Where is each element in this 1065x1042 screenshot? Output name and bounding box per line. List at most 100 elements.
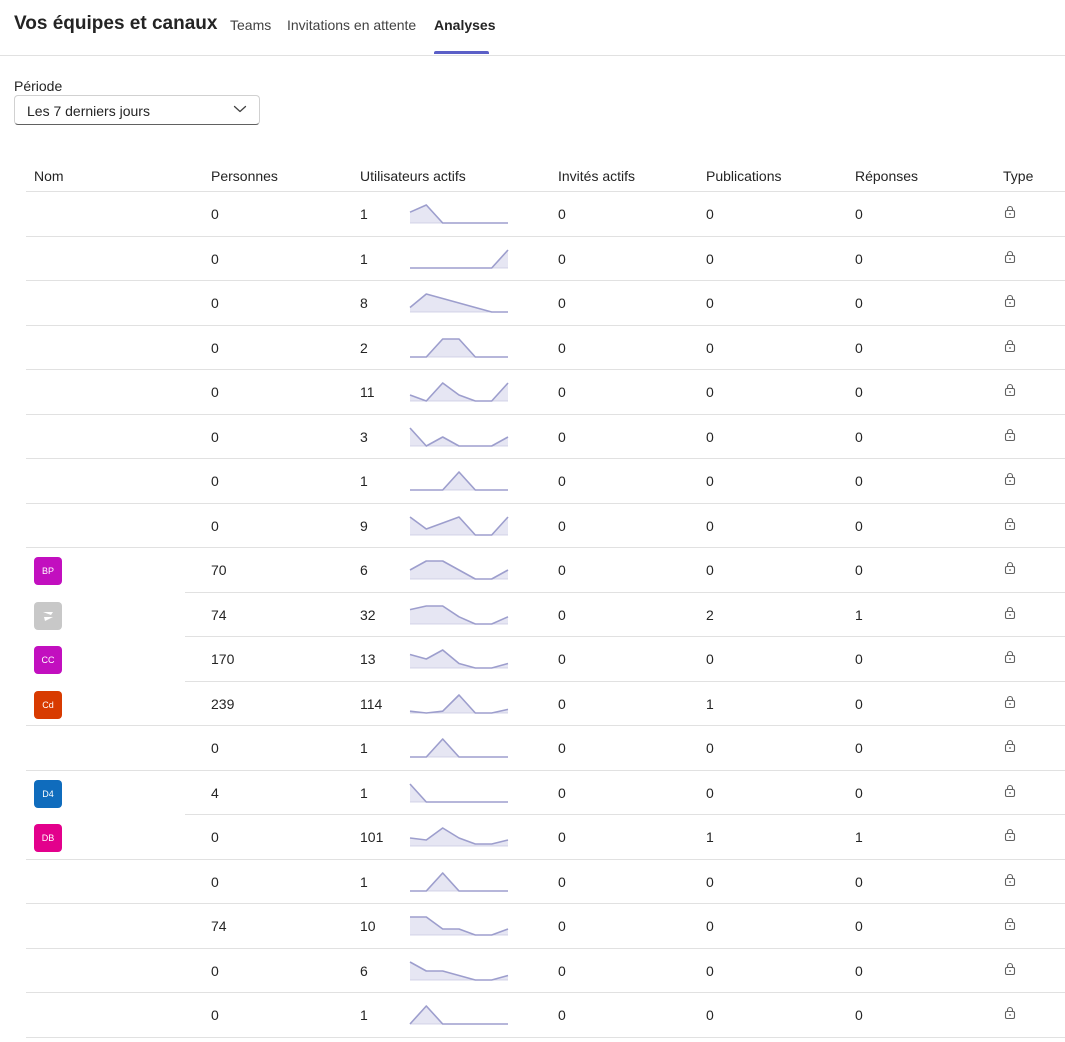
table-row[interactable]: 0 3 0 0 0 [0, 415, 1065, 459]
lock-icon [1004, 1006, 1016, 1020]
active-users-sparkline [410, 916, 509, 936]
team-image-icon [43, 611, 53, 621]
page-title: Vos équipes et canaux [14, 13, 218, 34]
posts-count: 2 [706, 606, 714, 623]
replies-count: 0 [855, 473, 863, 489]
lock-icon [1004, 873, 1016, 886]
lock-icon [1004, 784, 1016, 797]
posts-count: 0 [706, 295, 714, 311]
chevron-down-icon [233, 105, 247, 113]
table-row[interactable]: Cd 239 114 0 1 0 [0, 682, 1065, 726]
people-count: 0 [211, 962, 219, 979]
row-divider [26, 1036, 1065, 1038]
people-count: 0 [211, 873, 219, 890]
replies-count: 0 [855, 651, 863, 667]
active-users-count: 6 [360, 562, 368, 578]
lock-icon [1004, 561, 1016, 575]
table-row[interactable]: BP 70 6 0 0 0 [0, 548, 1065, 593]
active-users-sparkline [409, 960, 509, 981]
table-row[interactable]: 0 9 0 0 0 [0, 504, 1065, 548]
sparkline-line [410, 871, 508, 892]
tab-pending-invitations[interactable]: Invitations en attente [287, 17, 416, 33]
column-header-active-users[interactable]: Utilisateurs actifs [360, 168, 466, 184]
posts-count: 0 [706, 562, 714, 578]
posts-count: 0 [706, 873, 714, 890]
column-header-replies[interactable]: Réponses [855, 168, 918, 184]
team-avatar: DB [34, 824, 62, 852]
active-users-count: 13 [360, 651, 376, 667]
column-header-type[interactable]: Type [1003, 168, 1033, 184]
column-header-posts[interactable]: Publications [706, 168, 782, 184]
period-selected-value: Les 7 derniers jours [27, 103, 150, 119]
lock-icon [1004, 917, 1016, 931]
column-header-people[interactable]: Personnes [211, 168, 278, 184]
active-users-sparkline [409, 693, 509, 714]
lock-icon [1004, 250, 1016, 263]
posts-count: 0 [706, 428, 714, 445]
active-guests-count: 0 [558, 339, 566, 356]
active-tab-indicator [434, 51, 489, 54]
sparkline-area [410, 917, 508, 935]
lock-icon [1004, 517, 1016, 530]
active-users-count: 1 [360, 1007, 368, 1023]
active-guests-count: 0 [558, 740, 566, 756]
table-row[interactable]: 0 1 0 0 0 [0, 192, 1065, 237]
active-users-count: 3 [360, 428, 368, 445]
table-row[interactable]: 0 1 0 0 0 [0, 993, 1065, 1038]
active-guests-count: 0 [558, 250, 566, 267]
tab-teams[interactable]: Teams [230, 17, 271, 33]
active-guests-count: 0 [558, 517, 566, 534]
lock-icon [1004, 650, 1016, 664]
lock-icon [1004, 205, 1016, 219]
replies-count: 1 [855, 606, 863, 623]
table-row[interactable]: 0 1 0 0 0 [0, 237, 1065, 281]
table-row[interactable]: 0 1 0 0 0 [0, 459, 1065, 504]
people-count: 0 [211, 339, 219, 356]
people-count: 0 [211, 295, 219, 311]
table-row[interactable]: D4 4 1 0 0 0 [0, 771, 1065, 815]
tab-analytics[interactable]: Analyses [434, 17, 495, 33]
people-count: 70 [211, 562, 227, 578]
posts-count: 0 [706, 384, 714, 400]
posts-count: 1 [706, 829, 714, 845]
table-row[interactable]: 0 6 0 0 0 [0, 949, 1065, 993]
active-guests-count: 0 [558, 473, 566, 489]
table-row[interactable]: 0 1 0 0 0 [0, 860, 1065, 904]
table-row[interactable]: 0 8 0 0 0 [0, 281, 1065, 326]
active-guests-count: 0 [558, 695, 566, 712]
sparkline-area [410, 338, 508, 357]
posts-count: 0 [706, 962, 714, 979]
replies-count: 0 [855, 918, 863, 934]
posts-count: 0 [706, 740, 714, 756]
table-row[interactable]: CC 170 13 0 0 0 [0, 637, 1065, 682]
sparkline-area [410, 205, 508, 223]
lock-icon [1004, 739, 1016, 753]
active-users-sparkline [409, 382, 509, 402]
active-users-count: 114 [360, 695, 383, 712]
team-avatar: Cd [34, 690, 62, 719]
column-header-name[interactable]: Nom [34, 168, 64, 184]
active-guests-count: 0 [558, 384, 566, 400]
table-row[interactable]: 0 2 0 0 0 [0, 326, 1065, 370]
replies-count: 0 [855, 206, 863, 222]
column-header-active-guests[interactable]: Invités actifs [558, 168, 635, 184]
active-users-count: 1 [360, 873, 368, 890]
table-row[interactable]: 74 32 0 2 1 [0, 593, 1065, 637]
period-dropdown[interactable]: Les 7 derniers jours [14, 95, 260, 125]
people-count: 0 [211, 1007, 219, 1023]
table-row[interactable]: 0 11 0 0 0 [0, 370, 1065, 415]
active-users-count: 1 [360, 206, 368, 222]
active-users-sparkline [409, 782, 508, 803]
table-row[interactable]: 0 1 0 0 0 [0, 726, 1065, 771]
replies-count: 0 [855, 695, 863, 712]
replies-count: 0 [855, 962, 863, 979]
active-guests-count: 0 [558, 784, 566, 801]
table-row[interactable]: DB 0 101 0 1 1 [0, 815, 1065, 860]
sparkline-line [409, 782, 508, 803]
active-users-sparkline [409, 293, 508, 313]
replies-count: 0 [855, 873, 863, 890]
table-row[interactable]: 74 10 0 0 0 [0, 904, 1065, 949]
active-guests-count: 0 [558, 651, 566, 667]
active-users-sparkline [410, 871, 508, 892]
posts-count: 0 [706, 784, 714, 801]
